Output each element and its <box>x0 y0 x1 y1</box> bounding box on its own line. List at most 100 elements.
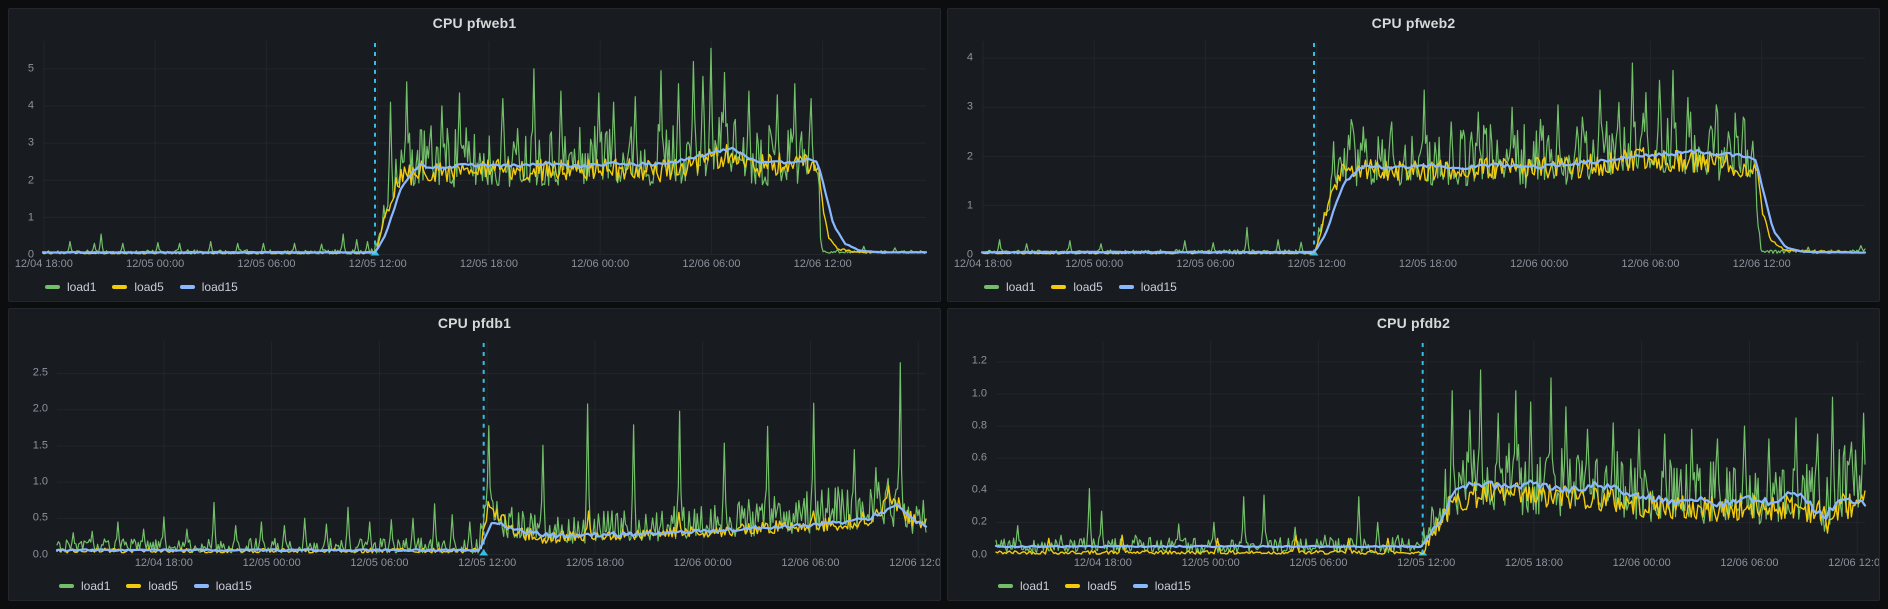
legend-item-load5[interactable]: load5 <box>126 579 177 593</box>
x-tick-label: 12/06 06:00 <box>1720 558 1778 569</box>
y-tick-label: 1.0 <box>17 476 48 487</box>
y-tick-label: 2.5 <box>17 368 48 379</box>
y-tick-label: 2.0 <box>17 404 48 415</box>
y-tick-label: 0.2 <box>956 517 987 528</box>
y-tick-label: 0.8 <box>956 420 987 431</box>
y-tick-label: 4 <box>956 53 973 64</box>
chart-area: 01234 <box>956 33 1871 255</box>
y-tick-label: 1.0 <box>956 388 987 399</box>
x-axis: 12/04 18:0012/05 00:0012/05 06:0012/05 1… <box>17 554 932 574</box>
x-tick-label: 12/05 18:00 <box>460 259 518 270</box>
x-tick-label: 12/05 18:00 <box>1399 259 1457 270</box>
x-tick-label: 12/05 12:00 <box>1288 259 1346 270</box>
x-tick-label: 12/05 18:00 <box>566 558 624 569</box>
plot-region[interactable] <box>996 341 1865 555</box>
x-tick-label: 12/05 00:00 <box>1182 558 1240 569</box>
panel-cpu-pfdb1: CPU pfdb1 0.00.51.01.52.02.5 12/04 18:00… <box>8 308 941 602</box>
legend-label: load5 <box>134 280 163 294</box>
x-tick-label: 12/05 12:00 <box>458 558 516 569</box>
x-tick-label: 12/06 06:00 <box>1621 259 1679 270</box>
legend-item-load5[interactable]: load5 <box>112 280 163 294</box>
chart-area: 0.00.51.01.52.02.5 <box>17 333 932 555</box>
x-tick-label: 12/06 00:00 <box>571 259 629 270</box>
y-tick-label: 4 <box>17 101 34 112</box>
series-load1[interactable] <box>43 48 926 254</box>
plot-region[interactable] <box>57 341 926 555</box>
panel-title[interactable]: CPU pfweb2 <box>956 15 1871 31</box>
panel-cpu-pfdb2: CPU pfdb2 0.00.20.40.60.81.01.2 12/04 18… <box>947 308 1880 602</box>
legend-label: load15 <box>1155 579 1191 593</box>
y-tick-label: 3 <box>956 102 973 113</box>
legend: load1 load5 load15 <box>17 275 932 299</box>
legend-label: load15 <box>1141 280 1177 294</box>
chart-area: 0.00.20.40.60.81.01.2 <box>956 333 1871 555</box>
chart-area: 012345 <box>17 33 932 255</box>
panel-cpu-pfweb1: CPU pfweb1 012345 12/04 18:0012/05 00:00… <box>8 8 941 302</box>
x-tick-label: 12/06 12:00 <box>889 558 941 569</box>
legend-item-load15[interactable]: load15 <box>1119 280 1177 294</box>
legend: load1 load5 load15 <box>956 275 1871 299</box>
legend-swatch-load15 <box>180 285 195 289</box>
y-tick-label: 1 <box>956 200 973 211</box>
x-tick-label: 12/05 12:00 <box>349 259 407 270</box>
x-tick-label: 12/04 18:00 <box>135 558 193 569</box>
legend-item-load1[interactable]: load1 <box>998 579 1049 593</box>
y-tick-label: 0.4 <box>956 485 987 496</box>
series-load5[interactable] <box>996 481 1865 554</box>
legend-item-load5[interactable]: load5 <box>1051 280 1102 294</box>
legend: load1 load5 load15 <box>956 574 1871 598</box>
x-tick-label: 12/05 00:00 <box>1065 259 1123 270</box>
y-tick-label: 0.5 <box>17 513 48 524</box>
legend-swatch-load5 <box>1065 584 1080 588</box>
legend-label: load15 <box>216 579 252 593</box>
x-tick-label: 12/06 12:00 <box>794 259 852 270</box>
series-load1[interactable] <box>982 63 1865 254</box>
y-tick-label: 2 <box>17 175 34 186</box>
panel-title[interactable]: CPU pfweb1 <box>17 15 932 31</box>
y-tick-label: 3 <box>17 138 34 149</box>
x-tick-label: 12/06 06:00 <box>682 259 740 270</box>
legend-swatch-load15 <box>194 584 209 588</box>
panel-title[interactable]: CPU pfdb2 <box>956 315 1871 331</box>
x-tick-label: 12/05 06:00 <box>1176 259 1234 270</box>
plot-region[interactable] <box>43 41 926 255</box>
legend-label: load15 <box>202 280 238 294</box>
legend-item-load15[interactable]: load15 <box>180 280 238 294</box>
panel-cpu-pfweb2: CPU pfweb2 01234 12/04 18:0012/05 00:001… <box>947 8 1880 302</box>
x-tick-label: 12/05 00:00 <box>126 259 184 270</box>
legend-item-load1[interactable]: load1 <box>59 579 110 593</box>
panel-title[interactable]: CPU pfdb1 <box>17 315 932 331</box>
legend-swatch-load5 <box>1051 285 1066 289</box>
legend-item-load1[interactable]: load1 <box>45 280 96 294</box>
x-axis: 12/04 18:0012/05 00:0012/05 06:0012/05 1… <box>956 554 1871 574</box>
legend: load1 load5 load15 <box>17 574 932 598</box>
x-tick-label: 12/05 06:00 <box>350 558 408 569</box>
legend-item-load5[interactable]: load5 <box>1065 579 1116 593</box>
legend-item-load1[interactable]: load1 <box>984 280 1035 294</box>
legend-label: load1 <box>1006 280 1035 294</box>
x-tick-label: 12/05 12:00 <box>1397 558 1455 569</box>
legend-item-load15[interactable]: load15 <box>194 579 252 593</box>
plot-region[interactable] <box>982 41 1865 255</box>
x-axis: 12/04 18:00 12/05 00:00 12/05 06:00 12/05 1… <box>956 255 1871 275</box>
x-tick-label: 12/04 18:00 <box>954 259 1012 270</box>
x-tick-label: 12/04 18:00 <box>15 259 73 270</box>
legend-label: load5 <box>148 579 177 593</box>
y-tick-label: 5 <box>17 63 34 74</box>
legend-swatch-load5 <box>126 584 141 588</box>
legend-label: load1 <box>1020 579 1049 593</box>
y-tick-label: 1.5 <box>17 440 48 451</box>
series-load1[interactable] <box>996 369 1865 552</box>
legend-swatch-load15 <box>1133 584 1148 588</box>
dashboard-grid: CPU pfweb1 012345 12/04 18:0012/05 00:00… <box>0 0 1888 609</box>
legend-swatch-load1 <box>45 285 60 289</box>
legend-item-load15[interactable]: load15 <box>1133 579 1191 593</box>
x-tick-label: 12/06 00:00 <box>674 558 732 569</box>
legend-swatch-load15 <box>1119 285 1134 289</box>
x-tick-label: 12/05 06:00 <box>1289 558 1347 569</box>
x-tick-label: 12/06 06:00 <box>781 558 839 569</box>
legend-swatch-load1 <box>984 285 999 289</box>
x-tick-label: 12/06 12:00 <box>1828 558 1880 569</box>
legend-label: load5 <box>1073 280 1102 294</box>
y-tick-label: 2 <box>956 151 973 162</box>
